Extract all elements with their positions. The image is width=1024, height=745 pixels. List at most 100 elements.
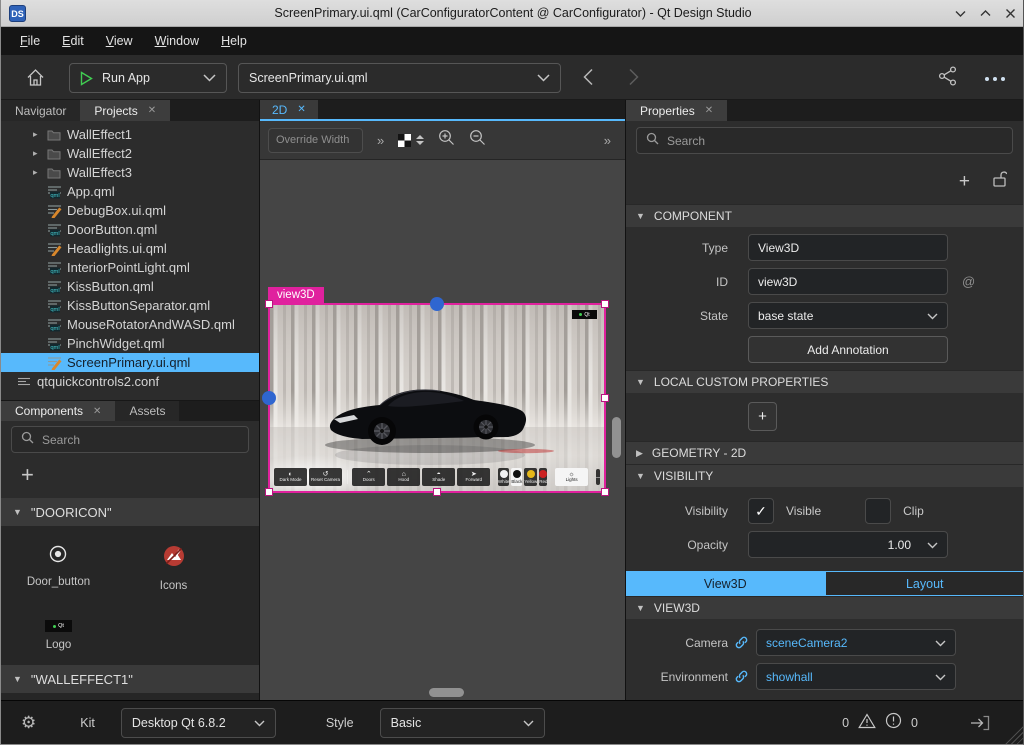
menu-file[interactable]: File <box>9 30 51 52</box>
binding-link-icon[interactable] <box>734 669 749 684</box>
tree-item[interactable]: Headlights.ui.qml <box>1 239 259 258</box>
scene-button-dark-mode[interactable]: ◐Dark Mode <box>274 468 307 486</box>
section-walleffect1[interactable]: ▼ "WALLEFFECT1" <box>1 665 259 693</box>
tree-item[interactable]: qmlDoorButton.qml <box>1 220 259 239</box>
tree-item[interactable]: ▸WallEffect2 <box>1 144 259 163</box>
unlock-icon[interactable] <box>992 170 1007 192</box>
component-item-logo[interactable]: QtLogo <box>45 620 72 665</box>
components-search[interactable] <box>11 426 249 453</box>
share-icon[interactable] <box>937 65 959 92</box>
scene-button-lights[interactable]: ☼Lights <box>555 468 588 486</box>
kit-dropdown[interactable]: Desktop Qt 6.8.2 <box>121 708 276 738</box>
close-icon[interactable]: ✕ <box>93 406 101 417</box>
open-document-dropdown[interactable]: ScreenPrimary.ui.qml <box>238 63 561 93</box>
opacity-spinner[interactable]: 1.00 <box>748 531 948 558</box>
overflow-chevrons-icon[interactable]: » <box>604 133 617 148</box>
zoom-in-icon[interactable] <box>438 129 455 151</box>
close-icon[interactable]: ✕ <box>705 105 713 116</box>
tree-item[interactable]: ▸WallEffect1 <box>1 125 259 144</box>
color-button-yellow[interactable]: Yellow <box>524 468 537 486</box>
minimize-button[interactable] <box>954 7 967 20</box>
warning-icon[interactable] <box>858 713 876 734</box>
section-local-custom-properties[interactable]: ▼LOCAL CUSTOM PROPERTIES <box>626 370 1024 393</box>
add-component-icon[interactable]: + <box>21 464 34 486</box>
override-width-input[interactable] <box>268 128 363 153</box>
resize-grip[interactable] <box>1004 724 1024 744</box>
menu-help[interactable]: Help <box>210 30 258 52</box>
camera-dropdown[interactable]: sceneCamera2 <box>756 629 956 656</box>
tree-item[interactable]: qmlPinchWidget.qml <box>1 334 259 353</box>
tab-assets[interactable]: Assets <box>115 401 179 421</box>
add-property-icon[interactable]: + <box>959 172 970 191</box>
resize-handle[interactable] <box>601 394 609 402</box>
tab-properties[interactable]: Properties✕ <box>626 100 727 121</box>
scene-button-shade[interactable]: ◓Shade <box>422 468 455 486</box>
menu-window[interactable]: Window <box>144 30 210 52</box>
color-button-red[interactable]: Red <box>539 468 547 486</box>
tab-layout[interactable]: Layout <box>825 571 1024 596</box>
resize-handle[interactable] <box>265 394 273 402</box>
tree-item[interactable]: ScreenPrimary.ui.qml <box>1 353 259 372</box>
more-options-icon[interactable] <box>985 77 1005 81</box>
close-icon[interactable]: ✕ <box>148 105 156 116</box>
resize-handle[interactable] <box>601 300 609 308</box>
close-button[interactable] <box>1004 7 1017 20</box>
id-field[interactable] <box>748 268 948 295</box>
component-item-door_button[interactable]: Door_button <box>27 544 90 606</box>
resize-handle[interactable] <box>433 488 441 496</box>
clip-checkbox[interactable] <box>865 498 891 524</box>
expand-arrow-icon[interactable]: ▸ <box>33 148 47 159</box>
expand-arrow-icon[interactable]: ▸ <box>33 129 47 140</box>
tree-item[interactable]: qmlKissButtonSeparator.qml <box>1 296 259 315</box>
tree-item[interactable]: ▸WallEffect3 <box>1 163 259 182</box>
collapse-toolbar-button[interactable]: – <box>596 469 600 485</box>
tab-navigator[interactable]: Navigator <box>1 100 80 121</box>
section-component[interactable]: ▼COMPONENT <box>626 204 1024 227</box>
menu-edit[interactable]: Edit <box>51 30 95 52</box>
run-app-button[interactable]: Run App <box>69 63 227 93</box>
properties-search-input[interactable] <box>667 134 1003 148</box>
tree-item[interactable]: qmlKissButton.qml <box>1 277 259 296</box>
binding-link-icon[interactable] <box>734 635 749 650</box>
overflow-chevrons-icon[interactable]: » <box>377 133 384 148</box>
resize-handle[interactable] <box>265 488 273 496</box>
gear-icon[interactable]: ⚙ <box>21 713 36 733</box>
section-view3d[interactable]: ▼VIEW3D <box>626 596 1024 619</box>
section-visibility[interactable]: ▼VISIBILITY <box>626 464 1024 487</box>
background-color-selector[interactable] <box>398 134 424 147</box>
add-custom-property-button[interactable]: + <box>748 402 777 431</box>
color-button-white[interactable]: White <box>498 468 510 486</box>
color-button-black[interactable]: Black <box>511 468 522 486</box>
error-icon[interactable] <box>885 712 902 734</box>
expand-arrow-icon[interactable]: ▸ <box>33 167 47 178</box>
annotation-at-icon[interactable]: @ <box>962 274 975 289</box>
tab-projects[interactable]: Projects✕ <box>80 100 170 121</box>
resize-handle[interactable] <box>601 488 609 496</box>
vertical-scrollbar[interactable] <box>612 417 621 458</box>
add-annotation-button[interactable]: Add Annotation <box>748 336 948 363</box>
type-field[interactable] <box>748 234 948 261</box>
scene-button-hood[interactable]: ⌂Hood <box>387 468 420 486</box>
components-search-input[interactable] <box>42 433 239 447</box>
tab-2d[interactable]: 2D✕ <box>260 100 318 119</box>
section-dooricon[interactable]: ▼ "DOORICON" <box>1 498 259 526</box>
environment-dropdown[interactable]: showhall <box>756 663 956 690</box>
tree-item[interactable]: qmlApp.qml <box>1 182 259 201</box>
forward-button[interactable] <box>628 68 640 91</box>
horizontal-scrollbar[interactable] <box>429 688 464 697</box>
section-geometry-2d[interactable]: ▶GEOMETRY - 2D <box>626 441 1024 464</box>
scene-button-doors[interactable]: ⌃Doors <box>352 468 385 486</box>
output-pane-toggle-icon[interactable] <box>969 714 991 732</box>
tab-components[interactable]: Components✕ <box>1 401 115 421</box>
view3d-selection[interactable]: view3D <box>268 303 606 493</box>
scene-button-forward[interactable]: ➤Forward <box>457 468 490 486</box>
scene-button-reset-camera[interactable]: ↺Reset Camera <box>309 468 342 486</box>
state-dropdown[interactable]: base state <box>748 302 948 329</box>
style-dropdown[interactable]: Basic <box>380 708 545 738</box>
properties-search[interactable] <box>636 127 1013 154</box>
back-button[interactable] <box>582 68 594 91</box>
tree-item[interactable]: qmlMouseRotatorAndWASD.qml <box>1 315 259 334</box>
tree-item[interactable]: DebugBox.ui.qml <box>1 201 259 220</box>
tree-item[interactable]: qmlInteriorPointLight.qml <box>1 258 259 277</box>
maximize-button[interactable] <box>979 7 992 20</box>
